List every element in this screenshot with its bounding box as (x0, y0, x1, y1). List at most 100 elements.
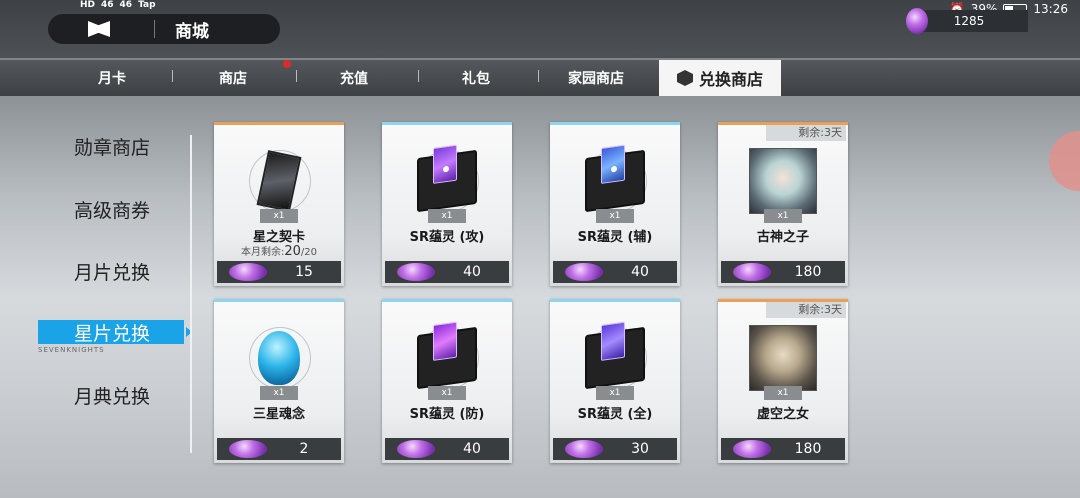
clock: 13:26 (1033, 2, 1068, 16)
shop-item-card[interactable]: x1 星之契卡 本月剩余:20/20 15 (214, 122, 344, 286)
item-image (580, 144, 650, 216)
status-bar-left: HD 46 46 Tap (80, 0, 156, 10)
sidebar-ghost-text: SEVENKNIGHTS (38, 346, 105, 354)
item-limit-current: 20 (284, 244, 301, 259)
card-accent (382, 299, 512, 302)
page-title: 商城 (175, 21, 209, 42)
price-button[interactable]: 180 (721, 438, 845, 460)
card-case-icon (417, 321, 477, 390)
sidebar-item-premium-voucher[interactable]: 高级商券 (74, 196, 150, 223)
price-button[interactable]: 30 (553, 438, 677, 460)
item-price: 40 (463, 441, 481, 457)
floating-menu-button[interactable] (1049, 131, 1080, 191)
card-case-icon (585, 144, 645, 213)
purple-gem-icon (229, 440, 267, 458)
shop-item-card[interactable]: x1 SR蕴灵 (辅) 40 (550, 122, 680, 286)
sidebar-item-label: 星片兑换 (74, 323, 151, 345)
sidebar-item-medal-shop[interactable]: 勋章商店 (74, 133, 150, 160)
tab-home-shop[interactable]: 家园商店 (568, 68, 624, 88)
purple-gem-icon (733, 440, 771, 458)
remaining-time-badge: 剩余:3天 (766, 125, 846, 141)
item-name: SR蕴灵 (全) (577, 407, 653, 422)
card-accent (214, 299, 344, 302)
sidebar-divider (190, 135, 192, 453)
item-name: 古神之子 (756, 230, 809, 245)
scarab-icon (258, 331, 300, 385)
card-accent (550, 122, 680, 125)
card-case-icon (417, 144, 477, 213)
shop-item-card[interactable]: x1 SR蕴灵 (全) 30 (550, 299, 680, 463)
tab-divider (296, 70, 297, 82)
shop-item-card[interactable]: x1 三星魂念 2 (214, 299, 344, 463)
sidebar-item-moon-shard[interactable]: 月片兑换 (74, 258, 150, 285)
shop-item-card[interactable]: 剩余:3天 x1 古神之子 180 (718, 122, 848, 286)
contract-card-icon (256, 150, 302, 212)
item-image (244, 146, 314, 216)
tab-divider (418, 70, 419, 82)
item-image (580, 321, 650, 393)
notification-dot (283, 60, 291, 68)
tab-exchange-shop-label: 兑换商店 (698, 70, 763, 89)
card-accent (382, 122, 512, 125)
purple-gem-icon (229, 263, 267, 281)
item-quantity: x1 (764, 386, 802, 400)
title-divider (154, 20, 155, 38)
item-price: 30 (631, 441, 649, 457)
item-limit-label: 本月剩余: (240, 247, 285, 258)
price-button[interactable]: 40 (385, 438, 509, 460)
remaining-time-badge: 剩余:3天 (766, 302, 846, 318)
price-button[interactable]: 40 (385, 261, 509, 283)
shop-item-card[interactable]: x1 SR蕴灵 (攻) 40 (382, 122, 512, 286)
sidebar-item-moon-codex[interactable]: 月典兑换 (74, 382, 150, 409)
tab-gift-pack[interactable]: 礼包 (462, 68, 490, 88)
purple-gem-icon (565, 263, 603, 281)
purple-gem-icon (565, 440, 603, 458)
item-quantity: x1 (260, 209, 298, 223)
item-name: SR蕴灵 (攻) (409, 230, 485, 245)
item-quantity: x1 (596, 209, 634, 223)
back-icon[interactable] (88, 21, 110, 37)
tab-divider (172, 70, 173, 82)
item-price: 2 (299, 441, 309, 457)
item-quantity: x1 (428, 386, 466, 400)
tab-monthly-card[interactable]: 月卡 (98, 68, 126, 88)
price-button[interactable]: 15 (217, 261, 341, 283)
item-price: 40 (631, 264, 649, 280)
shop-item-card[interactable]: x1 SR蕴灵 (防) 40 (382, 299, 512, 463)
price-button[interactable]: 2 (217, 438, 341, 460)
item-limit-total: /20 (300, 247, 317, 258)
item-quantity: x1 (428, 209, 466, 223)
item-image (748, 146, 818, 216)
tab-bar: 月卡 商店 充值 礼包 家园商店 (0, 60, 1080, 96)
tab-shop[interactable]: 商店 (219, 68, 247, 88)
sidebar-item-star-shard[interactable]: 星片兑换 (38, 320, 192, 345)
purple-gem-icon (397, 263, 435, 281)
purple-gem-icon (733, 263, 771, 281)
item-quantity: x1 (260, 386, 298, 400)
header-pill: 商城 (48, 14, 280, 44)
character-portrait (749, 325, 817, 391)
purple-gem-icon (906, 8, 928, 34)
item-limit: 本月剩余:20/20 (214, 243, 344, 259)
top-bar: HD 46 46 Tap ⏰ 39% 13:26 商城 1285 (0, 0, 1080, 58)
item-name: SR蕴灵 (辅) (577, 230, 653, 245)
card-accent (214, 122, 344, 125)
price-button[interactable]: 180 (721, 261, 845, 283)
price-button[interactable]: 40 (553, 261, 677, 283)
item-price: 40 (463, 264, 481, 280)
shop-item-card[interactable]: 剩余:3天 x1 虚空之女 180 (718, 299, 848, 463)
item-quantity: x1 (764, 209, 802, 223)
tab-recharge[interactable]: 充值 (340, 68, 368, 88)
card-accent (550, 299, 680, 302)
tab-exchange-shop[interactable]: 兑换商店 (659, 60, 781, 96)
item-image (748, 323, 818, 393)
card-case-icon (585, 321, 645, 390)
character-portrait (749, 148, 817, 214)
tab-divider (538, 70, 539, 82)
item-image (412, 144, 482, 216)
item-name: 虚空之女 (756, 407, 809, 422)
item-name: 三星魂念 (252, 407, 305, 422)
item-price: 180 (794, 264, 822, 280)
item-image (412, 321, 482, 393)
item-price: 15 (295, 264, 313, 280)
